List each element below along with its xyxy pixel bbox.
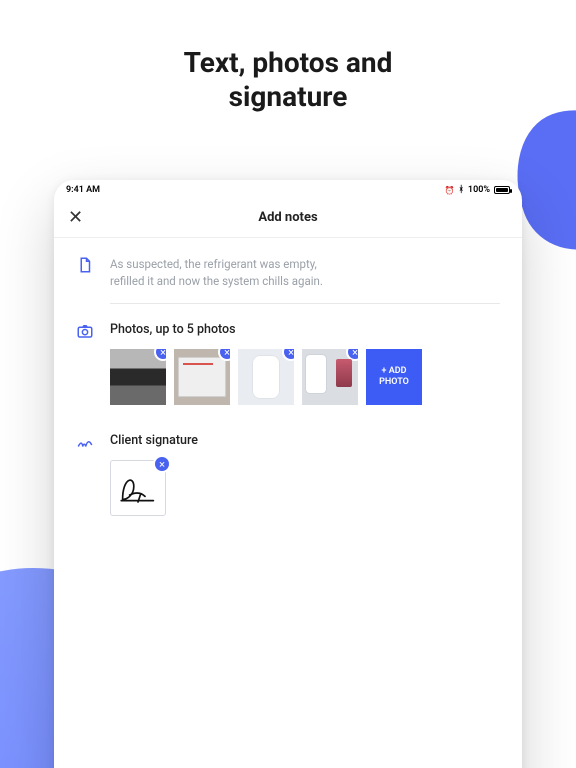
photos-label: Photos, up to 5 photos — [110, 322, 500, 337]
alarm-icon: ⏰ — [445, 186, 455, 195]
battery-icon — [494, 186, 510, 194]
signature-row: Client signature × — [76, 433, 500, 516]
photo-thumb[interactable]: × — [174, 349, 230, 405]
signature-glyph — [117, 470, 159, 506]
camera-icon — [76, 322, 96, 405]
signature-label: Client signature — [110, 433, 500, 448]
note-line2: refilled it and now the system chills ag… — [110, 273, 500, 290]
battery-percent: 100% — [468, 185, 490, 195]
document-icon — [76, 256, 96, 289]
divider — [110, 303, 500, 304]
add-photo-button[interactable]: + ADD PHOTO — [366, 349, 422, 405]
add-photo-label: + ADD PHOTO — [370, 366, 418, 389]
note-row: As suspected, the refrigerant was empty,… — [76, 256, 500, 289]
note-line1: As suspected, the refrigerant was empty, — [110, 257, 317, 271]
photos-row: Photos, up to 5 photos × × × × + — [76, 322, 500, 405]
delete-photo-button[interactable]: × — [282, 349, 294, 361]
nav-bar: ✕ Add notes — [54, 198, 522, 238]
delete-photo-button[interactable]: × — [218, 349, 230, 361]
signature-thumb[interactable]: × — [110, 460, 166, 516]
marketing-headline: Text, photos and signature — [0, 46, 576, 113]
status-time: 9:41 AM — [66, 185, 100, 195]
headline-line1: Text, photos and — [184, 46, 393, 79]
content-area: As suspected, the refrigerant was empty,… — [54, 238, 522, 768]
delete-signature-button[interactable]: × — [153, 455, 171, 473]
status-bar: 9:41 AM ⏰ ᚼ 100% — [54, 180, 522, 198]
note-body[interactable]: As suspected, the refrigerant was empty,… — [110, 256, 500, 289]
delete-photo-button[interactable]: × — [346, 349, 358, 361]
device-frame: 9:41 AM ⏰ ᚼ 100% ✕ Add notes As suspecte… — [54, 180, 522, 768]
delete-photo-button[interactable]: × — [154, 349, 166, 361]
photo-strip: × × × × + ADD PHOTO — [110, 349, 500, 405]
signature-icon — [76, 433, 96, 516]
close-button[interactable]: ✕ — [68, 209, 83, 227]
bluetooth-icon: ᚼ — [459, 185, 464, 195]
photo-thumb[interactable]: × — [302, 349, 358, 405]
photo-thumb[interactable]: × — [238, 349, 294, 405]
photo-thumb[interactable]: × — [110, 349, 166, 405]
status-right: ⏰ ᚼ 100% — [445, 185, 510, 195]
headline-line2: signature — [229, 80, 348, 113]
page-title: Add notes — [258, 210, 317, 225]
